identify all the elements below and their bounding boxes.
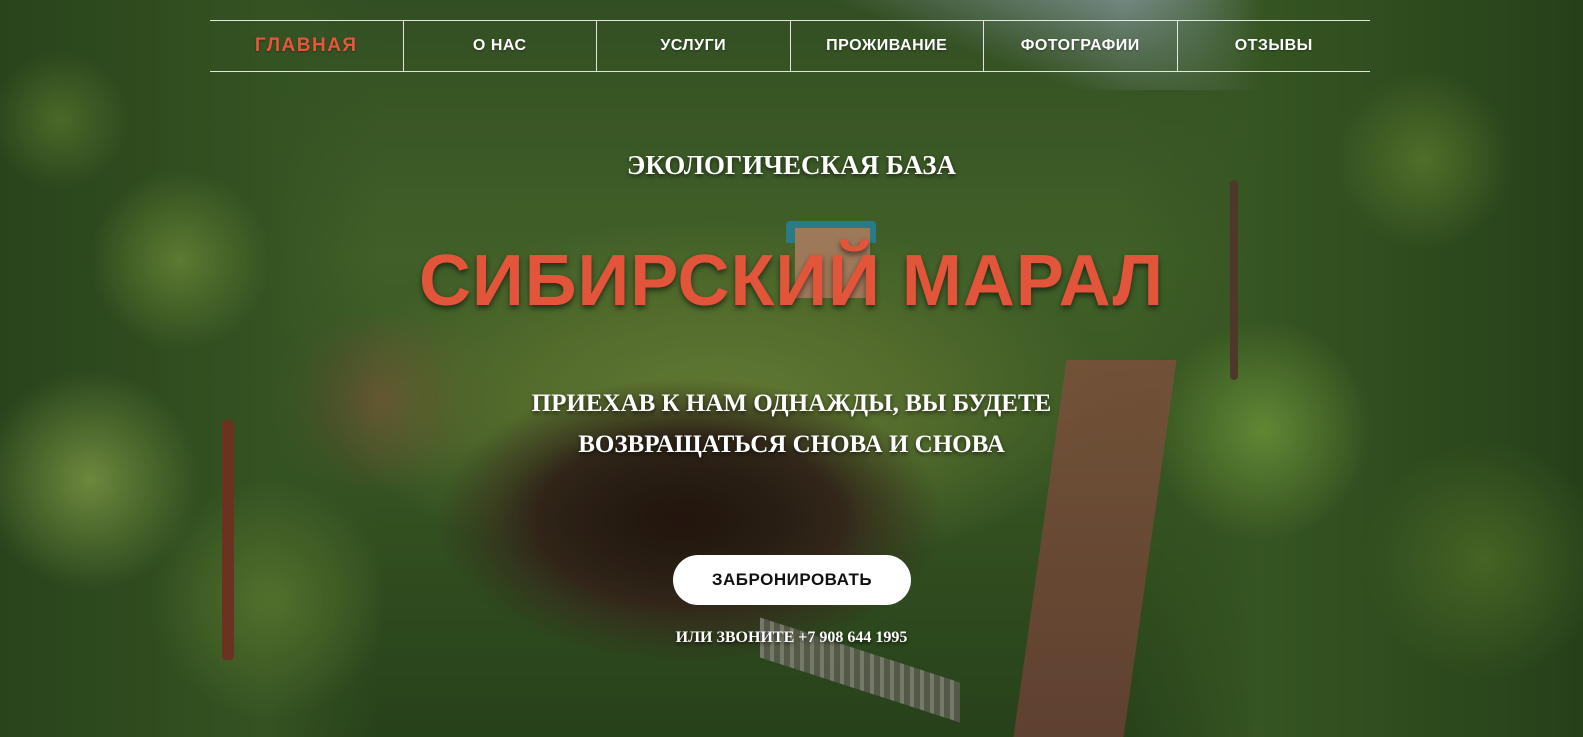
- hero-subtitle: ЭКОЛОГИЧЕСКАЯ БАЗА: [627, 150, 956, 180]
- nav-item-services[interactable]: УСЛУГИ: [596, 21, 790, 71]
- nav-item-reviews[interactable]: ОТЗЫВЫ: [1176, 21, 1371, 71]
- main-navigation: ГЛАВНАЯ О НАС УСЛУГИ ПРОЖИВАНИЕ ФОТОГРАФ…: [210, 20, 1370, 72]
- hero-background-photo: [0, 0, 1583, 737]
- hero-tagline: ПРИЕХАВ К НАМ ОДНАЖДЫ, ВЫ БУДЕТЕ ВОЗВРАЩ…: [0, 383, 1583, 465]
- page-title: СИБИРСКИЙ МАРАЛ: [419, 241, 1164, 321]
- nav-item-photos[interactable]: ФОТОГРАФИИ: [983, 21, 1177, 71]
- tagline-line-1: ПРИЕХАВ К НАМ ОДНАЖДЫ, ВЫ БУДЕТЕ: [531, 390, 1052, 417]
- tagline-line-2: ВОЗВРАЩАТЬСЯ СНОВА И СНОВА: [578, 431, 1005, 458]
- nav-item-about[interactable]: О НАС: [402, 21, 597, 71]
- nav-item-home[interactable]: ГЛАВНАЯ: [210, 21, 403, 71]
- photo-overlay: [0, 0, 1583, 737]
- book-button[interactable]: ЗАБРОНИРОВАТЬ: [673, 555, 911, 605]
- phone-call-text[interactable]: ИЛИ ЗВОНИТЕ +7 908 644 1995: [0, 629, 1583, 647]
- nav-item-accommodation[interactable]: ПРОЖИВАНИЕ: [789, 21, 984, 71]
